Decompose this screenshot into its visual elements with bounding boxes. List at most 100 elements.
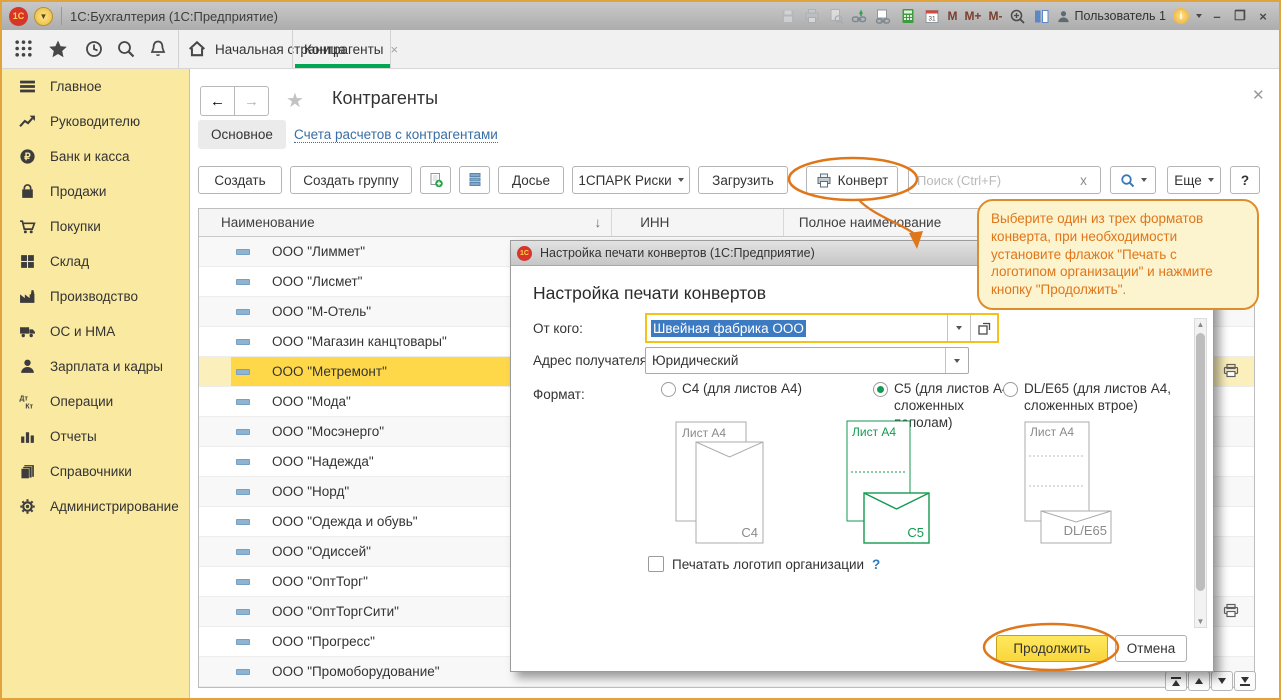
truck-icon <box>17 323 37 340</box>
global-search-icon[interactable] <box>116 39 136 59</box>
tab-counterparties[interactable]: Контрагенты × <box>304 30 398 68</box>
svg-text:31: 31 <box>928 16 936 23</box>
format-label: Формат: <box>533 387 585 402</box>
sidebar-item-trend[interactable]: Руководителю <box>2 104 189 139</box>
go-next-button[interactable] <box>1211 671 1233 691</box>
search-input[interactable] <box>908 166 1068 194</box>
subtab-main[interactable]: Основное <box>198 120 286 149</box>
create-button[interactable]: Создать <box>198 166 282 194</box>
help-button[interactable]: ? <box>1230 166 1260 194</box>
counterparty-name: ООО "Надежда" <box>271 454 374 469</box>
address-dropdown-button[interactable] <box>945 348 968 373</box>
zoom-icon[interactable] <box>1009 8 1026 25</box>
counterparty-name: ООО "Магазин канцтовары" <box>271 334 447 349</box>
copy-button[interactable] <box>420 166 451 194</box>
continue-button[interactable]: Продолжить <box>996 635 1108 662</box>
from-open-button[interactable] <box>970 315 997 341</box>
envelope-button[interactable]: Конверт <box>806 166 898 194</box>
go-next-icon <box>1218 678 1226 684</box>
sidebar-item-factory[interactable]: Производство <box>2 279 189 314</box>
close-form-icon[interactable]: ✕ <box>1252 86 1265 104</box>
address-label: Адрес получателя: <box>533 353 651 368</box>
chart-icon <box>17 428 37 445</box>
scroll-down-icon[interactable]: ▼ <box>1195 617 1206 626</box>
column-header-inn[interactable]: ИНН <box>612 209 784 236</box>
print-icon[interactable] <box>803 8 820 25</box>
memory-m-button[interactable]: M <box>947 9 957 23</box>
tab-close-icon[interactable]: × <box>391 42 399 57</box>
sidebar-item-bag[interactable]: Продажи <box>2 174 189 209</box>
scrollbar-thumb[interactable] <box>1196 333 1205 591</box>
add-link-icon[interactable] <box>851 8 868 25</box>
format-radio-c4[interactable]: C4 (для листов A4) <box>661 381 831 398</box>
go-last-button[interactable] <box>1234 671 1256 691</box>
search-clear-button[interactable]: x <box>1067 166 1101 194</box>
go-first-button[interactable] <box>1165 671 1187 691</box>
sidebar-item-person[interactable]: Зарплата и кадры <box>2 349 189 384</box>
apps-grid-icon[interactable] <box>14 39 34 59</box>
sidebar-item-gear[interactable]: Администрирование <box>2 489 189 524</box>
from-value[interactable]: Швейная фабрика ООО <box>651 319 806 337</box>
user-indicator[interactable]: Пользователь 1 <box>1057 9 1166 23</box>
sidebar-item-truck[interactable]: ОС и НМА <box>2 314 189 349</box>
sidebar-item-chart[interactable]: Отчеты <box>2 419 189 454</box>
go-prev-button[interactable] <box>1188 671 1210 691</box>
sidebar-item-cart[interactable]: Покупки <box>2 209 189 244</box>
favorites-star-icon[interactable] <box>48 39 68 59</box>
save-icon[interactable] <box>779 8 796 25</box>
address-field[interactable]: Юридический <box>645 347 969 374</box>
split-view-icon[interactable] <box>1033 8 1050 25</box>
cancel-button[interactable]: Отмена <box>1115 635 1187 662</box>
history-nav: ← → <box>200 86 269 116</box>
calculator-icon[interactable] <box>899 8 916 25</box>
copy-document-icon <box>430 173 443 188</box>
subtab-accounts-link[interactable]: Счета расчетов с контрагентами <box>294 127 498 143</box>
history-icon[interactable] <box>84 39 104 59</box>
logo-help-link[interactable]: ? <box>872 557 880 572</box>
element-marker-icon <box>235 308 250 315</box>
sidebar-item-books[interactable]: Справочники <box>2 454 189 489</box>
memory-m-plus-button[interactable]: M+ <box>964 9 981 23</box>
column-header-name[interactable]: Наименование ↓ <box>199 209 613 236</box>
calendar-icon[interactable]: 31 <box>923 8 940 25</box>
info-caret-icon[interactable] <box>1196 14 1202 18</box>
dossier-button[interactable]: Досье <box>498 166 564 194</box>
1c-logo-icon: 1С <box>517 245 532 261</box>
sidebar-item-warehouse[interactable]: Склад <box>2 244 189 279</box>
create-group-button[interactable]: Создать группу <box>290 166 412 194</box>
maximize-button[interactable]: ❒ <box>1232 8 1248 24</box>
forward-button[interactable]: → <box>235 86 269 116</box>
element-marker-icon <box>235 548 250 555</box>
memory-m-minus-button[interactable]: M- <box>988 9 1002 23</box>
sort-desc-icon[interactable]: ↓ <box>594 215 601 230</box>
dialog-scrollbar[interactable]: ▲ ▼ <box>1194 318 1207 628</box>
main-menu-button[interactable]: ▼ <box>34 6 53 26</box>
list-settings-button[interactable] <box>459 166 490 194</box>
spark-risks-button[interactable]: 1СПАРК Риски <box>572 166 690 194</box>
from-field[interactable]: Швейная фабрика ООО <box>645 313 999 343</box>
ruble-icon: ₽ <box>17 148 37 165</box>
minimize-button[interactable]: – <box>1209 9 1225 24</box>
close-window-button[interactable]: × <box>1255 9 1271 24</box>
sidebar-item-ruble[interactable]: ₽ Банк и касса <box>2 139 189 174</box>
sidebar-item-label: Покупки <box>50 219 101 234</box>
copy-link-icon[interactable] <box>875 8 892 25</box>
more-button[interactable]: Еще <box>1167 166 1221 194</box>
search-options-button[interactable] <box>1110 166 1156 194</box>
from-dropdown-button[interactable] <box>947 315 970 341</box>
sidebar-item-menu[interactable]: Главное <box>2 69 189 104</box>
person-icon <box>17 358 37 375</box>
load-button[interactable]: Загрузить <box>698 166 788 194</box>
envelope-illustrations: Лист A4 C4 Лист A4 C5 Лист A4 DL/E65 <box>675 420 1112 544</box>
back-button[interactable]: ← <box>200 86 235 116</box>
print-preview-icon[interactable] <box>827 8 844 25</box>
notifications-bell-icon[interactable] <box>148 39 168 59</box>
print-logo-checkbox[interactable] <box>648 556 664 572</box>
info-button[interactable]: i <box>1173 8 1189 24</box>
scroll-up-icon[interactable]: ▲ <box>1195 320 1206 329</box>
sidebar-item-dtkt[interactable]: Дт Кт Операции <box>2 384 189 419</box>
element-marker-icon <box>235 638 250 645</box>
sidebar-item-label: Банк и касса <box>50 149 130 164</box>
format-radio-dl[interactable]: DL/E65 (для листов A4, сложенных втрое) <box>1003 381 1171 415</box>
favorite-star-icon[interactable]: ★ <box>286 88 304 113</box>
